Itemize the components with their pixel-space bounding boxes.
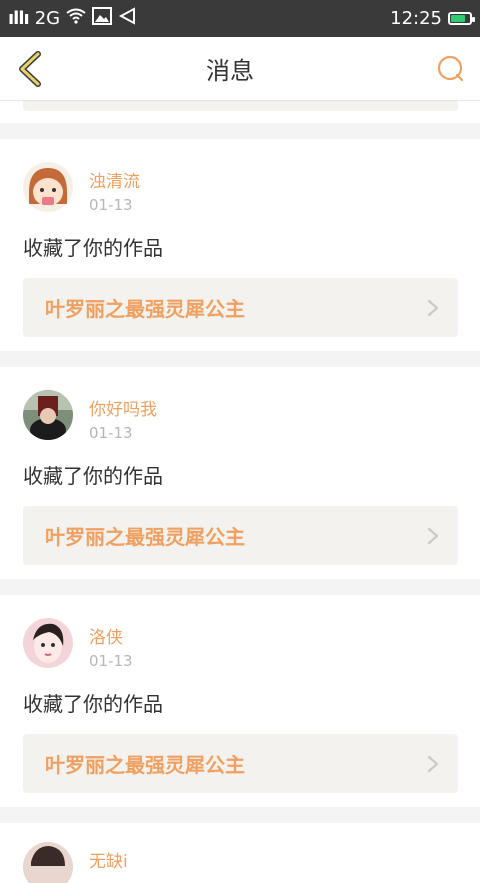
action-text: 收藏了你的作品 bbox=[23, 692, 163, 716]
notification-list: 浊清流 01-13 收藏了你的作品 叶罗丽之最强灵犀公主 你好吗我 01-13 … bbox=[0, 101, 480, 883]
timestamp: 01-13 bbox=[89, 424, 133, 442]
notification-card: 你好吗我 01-13 收藏了你的作品 叶罗丽之最强灵犀公主 bbox=[0, 367, 480, 579]
wifi-icon bbox=[66, 8, 86, 29]
network-type: 2G bbox=[34, 8, 61, 29]
username-link[interactable]: 无缺i bbox=[89, 847, 128, 872]
timestamp: 01-13 bbox=[89, 196, 133, 214]
image-icon bbox=[92, 7, 113, 30]
action-text: 收藏了你的作品 bbox=[23, 236, 163, 260]
previous-card-remnant bbox=[0, 101, 480, 123]
user-meta: 浊清流 01-13 bbox=[89, 160, 140, 214]
timestamp: 01-13 bbox=[89, 652, 133, 670]
user-meta: 洛侠 01-13 bbox=[89, 616, 133, 670]
top-navigation: 消息 bbox=[0, 37, 480, 101]
user-meta: 无缺i bbox=[89, 840, 128, 872]
card-header: 无缺i bbox=[23, 840, 458, 883]
chevron-right-icon bbox=[427, 755, 439, 772]
status-left: ıllı 2G bbox=[8, 7, 136, 30]
notification-card: 洛侠 01-13 收藏了你的作品 叶罗丽之最强灵犀公主 bbox=[0, 595, 480, 807]
chat-button[interactable] bbox=[434, 53, 466, 85]
status-bar: ıllı 2G 12:25 bbox=[0, 0, 480, 37]
work-title: 叶罗丽之最强灵犀公主 bbox=[45, 753, 245, 777]
action-text: 收藏了你的作品 bbox=[23, 464, 163, 488]
clock: 12:25 bbox=[390, 8, 442, 29]
card-header: 浊清流 01-13 bbox=[23, 160, 458, 214]
work-link[interactable]: 叶罗丽之最强灵犀公主 bbox=[23, 506, 458, 565]
page-title: 消息 bbox=[206, 57, 254, 85]
username-link[interactable]: 洛侠 bbox=[89, 623, 133, 648]
card-header: 你好吗我 01-13 bbox=[23, 388, 458, 442]
user-meta: 你好吗我 01-13 bbox=[89, 388, 157, 442]
status-right: 12:25 bbox=[390, 8, 475, 29]
work-title: 叶罗丽之最强灵犀公主 bbox=[45, 297, 245, 321]
username-link[interactable]: 浊清流 bbox=[89, 167, 140, 192]
work-link[interactable]: 叶罗丽之最强灵犀公主 bbox=[23, 734, 458, 793]
battery-icon bbox=[448, 12, 475, 25]
chat-bubble-icon bbox=[437, 55, 464, 81]
chevron-right-icon bbox=[427, 299, 439, 316]
avatar[interactable] bbox=[23, 842, 73, 883]
notification-card: 浊清流 01-13 收藏了你的作品 叶罗丽之最强灵犀公主 bbox=[0, 139, 480, 351]
card-header: 洛侠 01-13 bbox=[23, 616, 458, 670]
work-link[interactable]: 叶罗丽之最强灵犀公主 bbox=[23, 278, 458, 337]
avatar[interactable] bbox=[23, 618, 73, 668]
work-title: 叶罗丽之最强灵犀公主 bbox=[45, 525, 245, 549]
avatar[interactable] bbox=[23, 162, 73, 212]
cast-icon bbox=[118, 7, 136, 30]
chevron-right-icon bbox=[427, 527, 439, 544]
notification-card: 无缺i bbox=[0, 823, 480, 883]
username-link[interactable]: 你好吗我 bbox=[89, 395, 157, 420]
avatar[interactable] bbox=[23, 390, 73, 440]
signal-icon: ıllı bbox=[8, 8, 30, 29]
